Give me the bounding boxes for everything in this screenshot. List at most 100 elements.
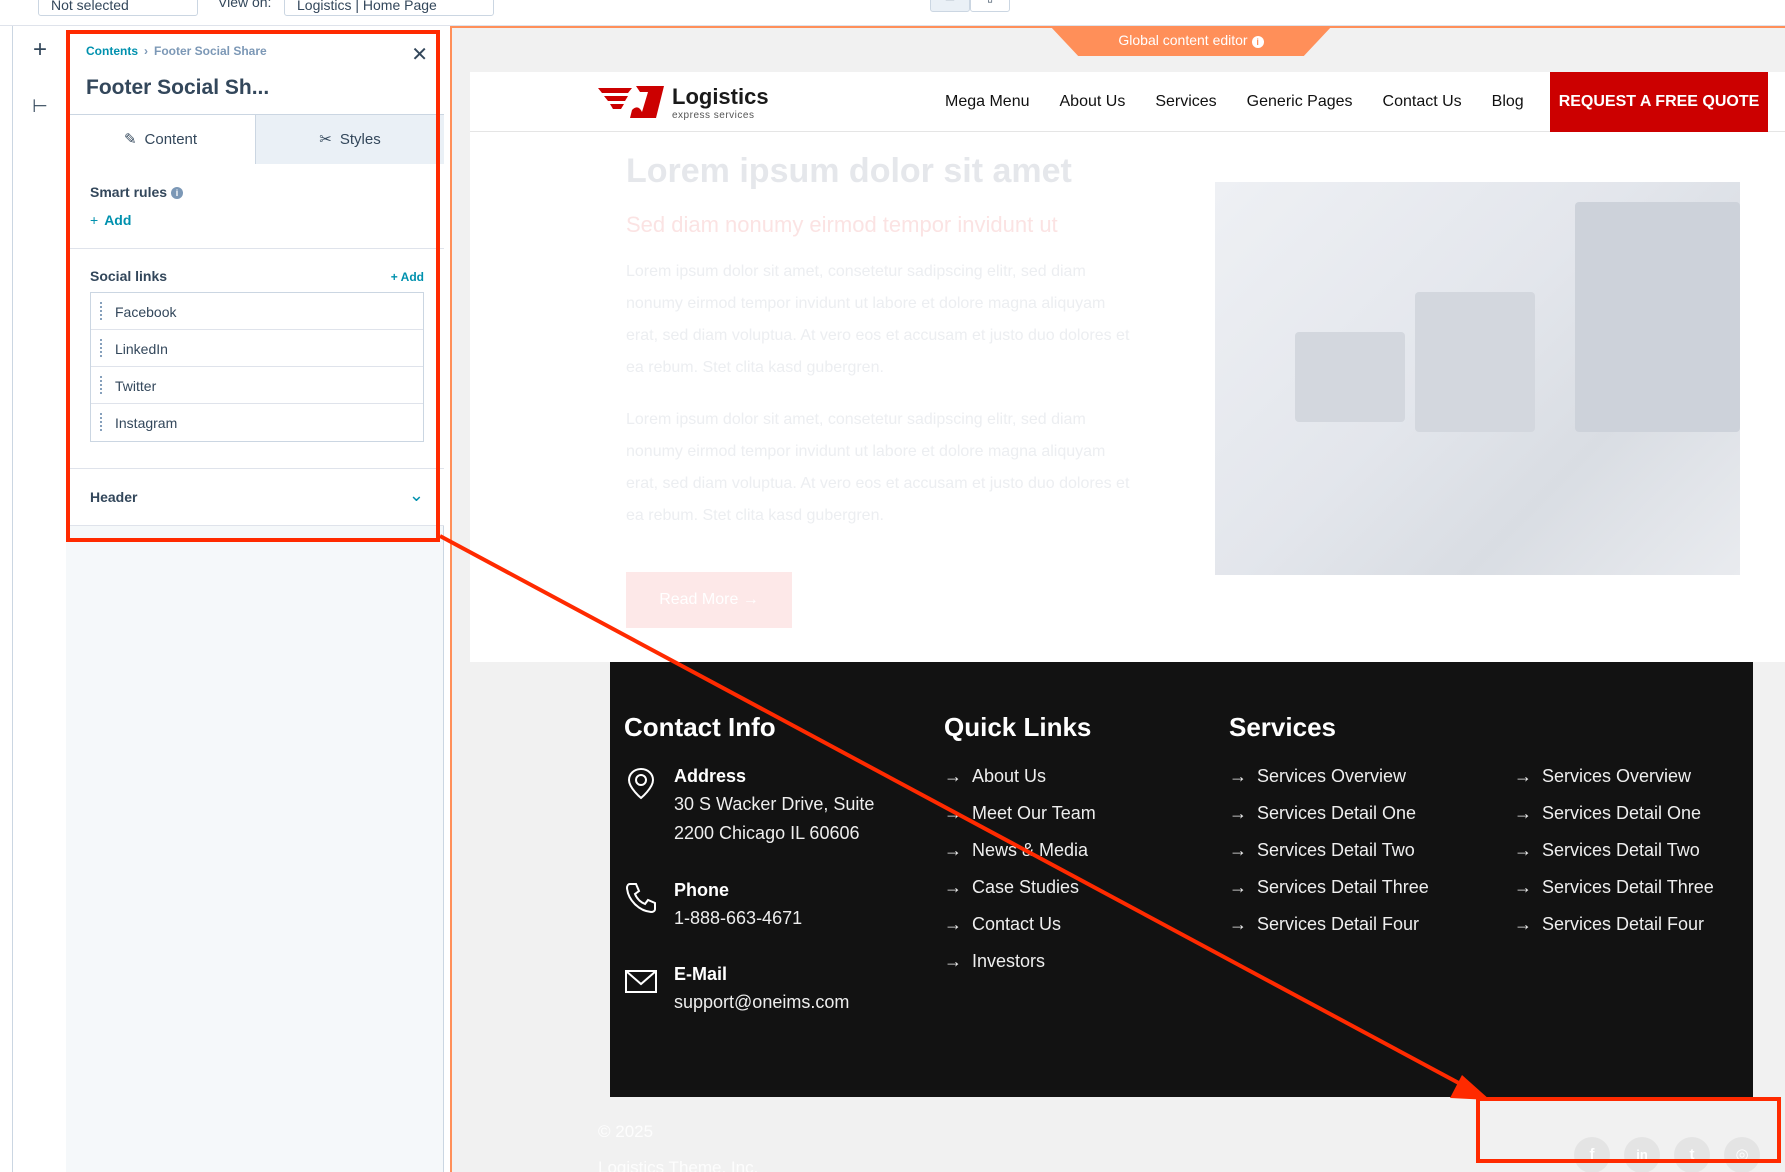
page-preview: Global content editor i Logistics express… <box>450 26 1785 1172</box>
logo-name: Logistics <box>672 84 769 109</box>
footer-link-label: Services Detail Two <box>1257 840 1415 860</box>
footer-link[interactable]: → Services Overview <box>1229 766 1406 787</box>
left-rail: + ⊢ <box>12 26 66 1172</box>
footer-link[interactable]: → About Us <box>944 766 1046 787</box>
address-line: 2200 Chicago IL 60606 <box>674 823 860 843</box>
footer-link-label: Investors <box>972 951 1046 971</box>
selection-dropdown[interactable]: Not selected <box>38 0 198 16</box>
footer-link[interactable]: → News & Media <box>944 840 1088 861</box>
footer-link[interactable]: → Case Studies <box>944 877 1079 898</box>
footer-link-label: Services Detail One <box>1257 803 1417 823</box>
arrow-right-icon: → <box>1229 803 1247 823</box>
footer-link-label: Services Detail One <box>1542 803 1702 823</box>
footer-link-label: Services Detail Four <box>1257 914 1420 934</box>
arrow-right-icon: → <box>1229 766 1247 786</box>
address-label: Address <box>674 766 747 786</box>
arrow-right-icon: → <box>1514 803 1532 823</box>
copyright-text: © 2025 <box>598 1122 654 1141</box>
hero-section: Lorem ipsum dolor sit amet Sed diam nonu… <box>470 132 1785 662</box>
arrow-right-icon: → <box>944 766 962 786</box>
hero-paragraph: Lorem ipsum dolor sit amet, consetetur s… <box>626 411 1130 524</box>
address-line: 30 S Wacker Drive, Suite <box>674 794 875 814</box>
arrow-right-icon: → <box>944 877 962 897</box>
hero-subtitle: Sed diam nonumy eirmod tempor invidunt u… <box>626 212 1058 237</box>
phone-icon <box>625 883 656 914</box>
footer-link[interactable]: → Services Detail Three <box>1229 877 1429 898</box>
footer-link[interactable]: → Meet Our Team <box>944 803 1096 824</box>
annotation-highlight-box <box>66 30 440 542</box>
mobile-view-button[interactable]: ▯ <box>970 0 1010 12</box>
nav-item-blog[interactable]: Blog <box>1492 93 1524 111</box>
arrow-right-icon: → <box>1229 914 1247 934</box>
email-label: E-Mail <box>674 964 728 984</box>
footer-link[interactable]: → Investors <box>944 951 1045 972</box>
company-text: Logistics Theme, Inc. <box>598 1158 759 1172</box>
footer-link-label: Services Overview <box>1542 766 1692 786</box>
footer-link-label: Services Detail Three <box>1542 877 1714 897</box>
site-footer: Contact Info Address 30 S Wacker Drive, … <box>610 662 1753 1097</box>
nav-item-about-us[interactable]: About Us <box>1060 93 1126 111</box>
main-nav: Mega Menu About Us Services Generic Page… <box>945 72 1554 132</box>
read-more-button[interactable]: Read More → <box>626 572 792 628</box>
footer-link-label: Services Detail Four <box>1542 914 1705 934</box>
truck-shape <box>1295 332 1405 422</box>
footer-link-label: News & Media <box>972 840 1089 860</box>
truck-shape <box>1415 292 1535 432</box>
services-heading: Services <box>1229 712 1336 742</box>
arrow-right-icon: → <box>944 951 962 971</box>
nav-item-generic-pages[interactable]: Generic Pages <box>1247 93 1353 111</box>
arrow-right-icon: → <box>1229 877 1247 897</box>
phone-label: Phone <box>674 880 730 900</box>
footer-link[interactable]: → Services Detail One <box>1514 803 1701 824</box>
view-on-label: View on: <box>218 0 272 10</box>
footer-link[interactable]: → Services Overview <box>1514 766 1691 787</box>
footer-link-label: Services Detail Three <box>1257 877 1429 897</box>
arrow-right-icon: → <box>1514 914 1532 934</box>
footer-link-label: Contact Us <box>972 914 1062 934</box>
footer-link[interactable]: → Services Detail Two <box>1229 840 1415 861</box>
layers-tree-icon[interactable]: ⊢ <box>28 94 52 118</box>
editor-topbar: Not selected View on: Logistics | Home P… <box>0 0 1785 26</box>
site-header: Logistics express services Mega Menu Abo… <box>470 72 1785 132</box>
footer-link[interactable]: → Services Detail One <box>1229 803 1416 824</box>
footer-link[interactable]: → Services Detail Three <box>1514 877 1714 898</box>
global-content-editor-label: Global content editor <box>1118 32 1248 48</box>
hero-paragraph: Lorem ipsum dolor sit amet, consetetur s… <box>626 263 1130 376</box>
arrow-right-icon: → <box>944 914 962 934</box>
phone-value[interactable]: 1-888-663-4671 <box>674 904 802 933</box>
nav-item-contact-us[interactable]: Contact Us <box>1383 93 1462 111</box>
nav-item-mega-menu[interactable]: Mega Menu <box>945 93 1030 111</box>
annotation-highlight-box <box>1476 1097 1781 1163</box>
info-icon: i <box>1251 36 1264 48</box>
footer-link[interactable]: → Contact Us <box>944 914 1061 935</box>
footer-link[interactable]: → Services Detail Four <box>1229 914 1419 935</box>
hero-title: Lorem ipsum dolor sit amet <box>626 152 1072 190</box>
email-value[interactable]: support@oneims.com <box>674 988 849 1017</box>
location-pin-icon <box>627 767 655 800</box>
request-quote-button[interactable]: REQUEST A FREE QUOTE <box>1550 72 1768 132</box>
global-content-editor-tab[interactable]: Global content editor i <box>1050 28 1332 56</box>
quick-links-heading: Quick Links <box>944 712 1092 742</box>
footer-link-label: About Us <box>972 766 1047 786</box>
arrow-right-icon: → <box>944 840 962 860</box>
footer-link-label: Services Overview <box>1257 766 1407 786</box>
view-on-dropdown[interactable]: Logistics | Home Page <box>284 0 494 16</box>
logo-mark-icon <box>598 86 664 118</box>
footer-link[interactable]: → Services Detail Two <box>1514 840 1700 861</box>
footer-link-label: Meet Our Team <box>972 803 1096 823</box>
desktop-view-button[interactable]: ▭ <box>930 0 970 12</box>
footer-link-label: Services Detail Two <box>1542 840 1700 860</box>
logo-tagline: express services <box>672 110 755 121</box>
arrow-right-icon: → <box>1229 840 1247 860</box>
arrow-right-icon: → <box>1514 877 1532 897</box>
arrow-right-icon: → <box>1514 840 1532 860</box>
footer-link[interactable]: → Services Detail Four <box>1514 914 1704 935</box>
contact-info-heading: Contact Info <box>624 712 776 742</box>
arrow-right-icon: → <box>1514 766 1532 786</box>
hero-image <box>1215 182 1740 575</box>
arrow-right-icon: → <box>742 591 759 608</box>
nav-item-services[interactable]: Services <box>1155 93 1216 111</box>
add-module-icon[interactable]: + <box>28 38 52 62</box>
mail-icon <box>625 970 657 993</box>
read-more-label: Read More <box>659 591 739 608</box>
